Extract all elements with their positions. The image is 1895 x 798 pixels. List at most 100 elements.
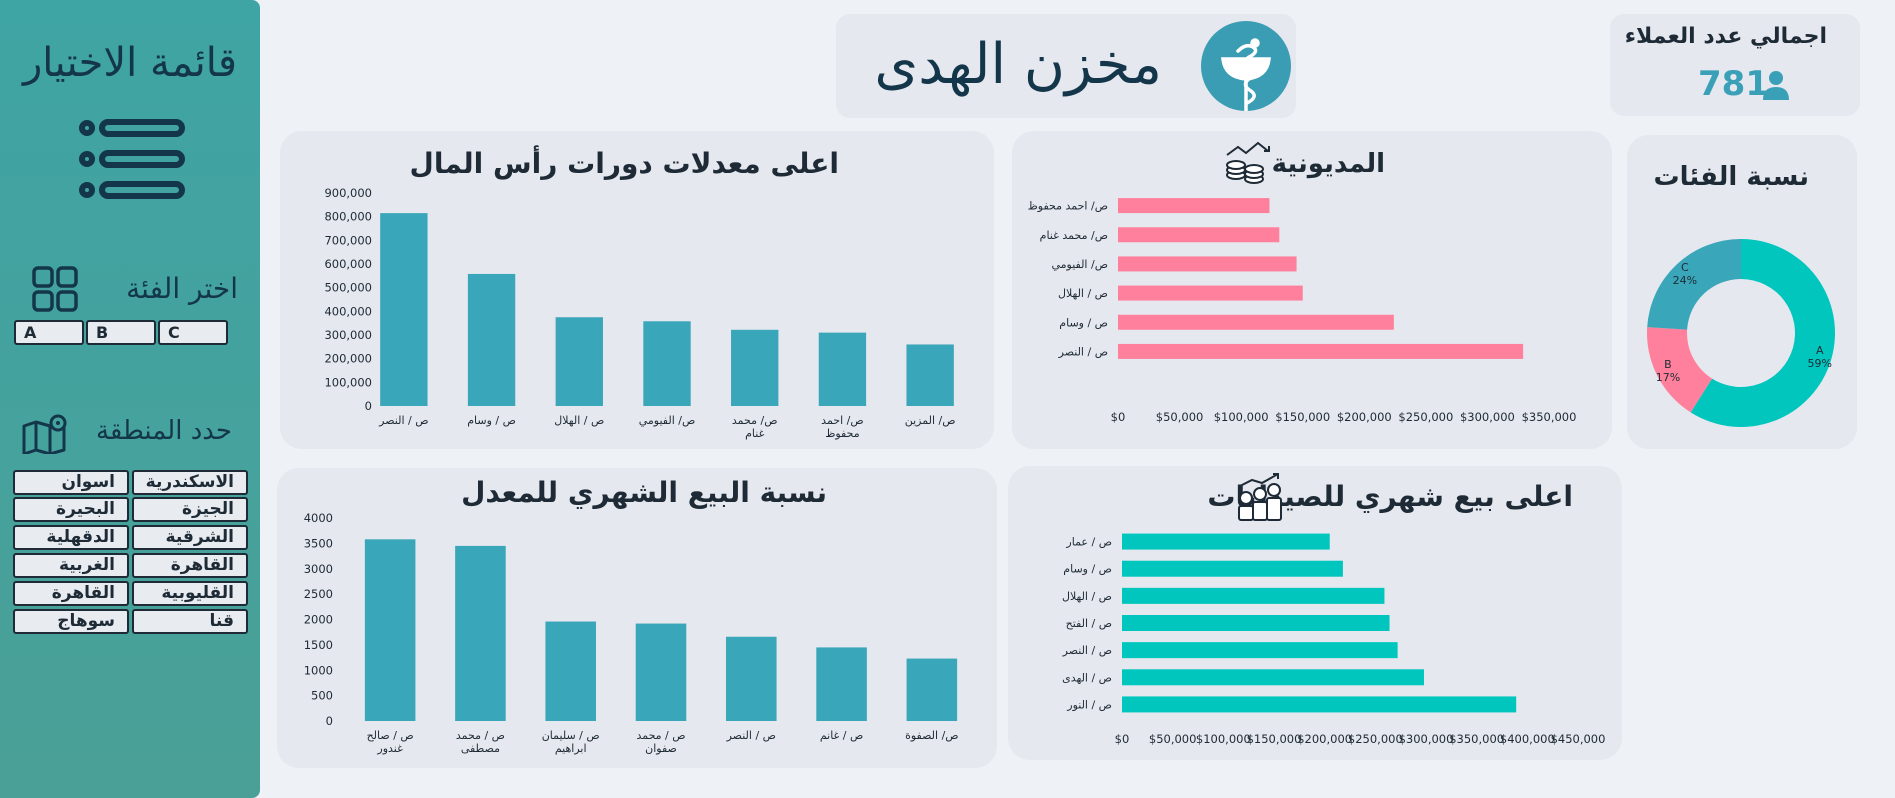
category-filter-header: اختر الفئة xyxy=(28,264,238,318)
x-tick-label: ص/ الفيومي xyxy=(639,414,696,427)
y-tick-label: 400,000 xyxy=(324,304,372,318)
x-tick-label: ص/ الصفوة xyxy=(905,729,958,742)
bar xyxy=(643,321,691,406)
x-tick-label: $200,000 xyxy=(1337,410,1392,424)
bar xyxy=(1122,587,1385,604)
region-button[interactable]: الغربية xyxy=(13,553,129,578)
x-tick-label: $200,000 xyxy=(1297,732,1352,746)
y-tick-label: 300,000 xyxy=(324,328,372,342)
x-tick-label: $300,000 xyxy=(1460,410,1515,424)
category-share-card: نسبة الفئات A 59% B 17% C 24% xyxy=(1627,135,1857,449)
bar xyxy=(731,329,779,406)
x-tick-label: $100,000 xyxy=(1196,732,1251,746)
y-tick-label: 500 xyxy=(311,689,333,703)
customers-kpi-card: اجمالي عدد العملاء 781 xyxy=(1610,14,1860,116)
category-share-chart: A59% B17% C24% xyxy=(1647,239,1835,428)
x-tick-label: $300,000 xyxy=(1399,732,1454,746)
bar xyxy=(1122,560,1343,577)
y-tick-label: ص / النصر xyxy=(1058,345,1108,358)
x-tick-label: $50,000 xyxy=(1149,732,1197,746)
x-tick-label: $350,000 xyxy=(1449,732,1504,746)
region-filter-label: حدد المنطقة xyxy=(95,416,232,446)
x-tick-label: ص/ محمد xyxy=(732,414,778,427)
y-tick-label: 1500 xyxy=(304,638,333,652)
bar xyxy=(1118,227,1280,243)
y-tick-label: ص / الهدى xyxy=(1062,671,1112,684)
page-title: مخزن الهدى xyxy=(874,32,1162,97)
x-tick-label: $400,000 xyxy=(1500,732,1555,746)
map-pin-icon xyxy=(22,414,67,454)
y-tick-label: 0 xyxy=(365,399,372,413)
bar xyxy=(816,647,867,721)
x-tick-label: ص / صالح xyxy=(367,729,414,742)
bar xyxy=(1122,533,1330,550)
bar xyxy=(380,213,428,406)
region-button[interactable]: القاهرة xyxy=(13,581,129,606)
sidebar-title: قائمة الاختيار xyxy=(22,40,238,86)
debt-chart: $0 $50,000 $100,000 $150,000 $200,000 $250,00… xyxy=(1028,198,1577,424)
x-tick-label: ص / محمد xyxy=(636,729,685,742)
grid-icon xyxy=(32,266,78,312)
y-tick-label: 900,000 xyxy=(324,186,372,200)
category-button-a[interactable]: A xyxy=(14,320,84,345)
list-icon xyxy=(79,119,185,199)
bar xyxy=(364,539,416,721)
y-tick-label: 2500 xyxy=(304,587,333,601)
monthly-rate-card: نسبة البيع الشهري للمعدل 0 500 1000 1500 200… xyxy=(277,468,997,768)
pie-value-label: 24% xyxy=(1673,274,1697,287)
bar xyxy=(555,317,603,406)
debt-card: المديونية $0 $50,000 $100,000 $150,000 $200,… xyxy=(1012,131,1612,449)
x-tick-label: $250,000 xyxy=(1348,732,1403,746)
y-tick-label: ص/ الفيومي xyxy=(1051,258,1108,271)
y-tick-label: 3500 xyxy=(304,536,333,550)
pharmacy-sales-chart: $0 $50,000 $100,000$150,000$200,000$250,00… xyxy=(1062,533,1605,746)
y-tick-label: ص / الهلال xyxy=(1058,287,1108,300)
region-button[interactable]: القاهرة xyxy=(132,553,248,578)
capital-turnover-chart: 0 100,000 200,000 300,000 400,000 500,000 600,… xyxy=(324,186,955,440)
y-tick-label: 600,000 xyxy=(324,257,372,271)
bar xyxy=(906,344,954,406)
region-button[interactable]: قنا xyxy=(132,609,248,634)
kpi-value: 781 xyxy=(1698,64,1769,104)
bar xyxy=(1118,198,1270,214)
y-tick-label: ص / عمار xyxy=(1065,536,1112,549)
region-button[interactable]: الجيزة xyxy=(132,497,248,522)
x-tick-label: ص / وسام xyxy=(467,414,516,427)
pie-label: C xyxy=(1681,261,1689,274)
region-button[interactable]: القليوبية xyxy=(132,581,248,606)
bar xyxy=(726,636,777,721)
bar xyxy=(635,623,687,721)
x-tick-label: صفوان xyxy=(645,742,677,755)
region-button[interactable]: اسوان xyxy=(13,470,129,495)
region-button[interactable]: الشرقية xyxy=(132,525,248,550)
y-tick-label: ص / الهلال xyxy=(1062,590,1112,603)
y-tick-label: 2000 xyxy=(304,613,333,627)
x-tick-label: $250,000 xyxy=(1398,410,1453,424)
bar xyxy=(1122,669,1424,686)
region-button[interactable]: البحيرة xyxy=(13,497,129,522)
x-tick-label: $100,000 xyxy=(1214,410,1269,424)
region-button[interactable]: الاسكندرية xyxy=(132,470,248,495)
bar xyxy=(818,332,867,406)
bar xyxy=(467,273,516,406)
pie-value-label: 17% xyxy=(1656,371,1680,384)
bar xyxy=(455,545,506,721)
y-tick-label: ص/ احمد محفوظ xyxy=(1028,200,1108,213)
bar xyxy=(1118,285,1303,301)
bar xyxy=(1118,256,1297,272)
region-button[interactable]: الدقهلية xyxy=(13,525,129,550)
x-tick-label: $150,000 xyxy=(1275,410,1330,424)
y-tick-label: 0 xyxy=(326,714,333,728)
category-button-b[interactable]: B xyxy=(86,320,156,345)
y-tick-label: ص/ محمد غنام xyxy=(1040,229,1108,242)
region-button[interactable]: سوهاج xyxy=(13,609,129,634)
pie-label: A xyxy=(1816,344,1824,357)
bar xyxy=(1122,615,1390,631)
y-tick-label: 1000 xyxy=(304,663,333,677)
category-button-c[interactable]: C xyxy=(158,320,228,345)
bar xyxy=(545,621,596,721)
x-tick-label: $350,000 xyxy=(1522,410,1577,424)
x-tick-label: $150,000 xyxy=(1247,732,1302,746)
category-filter-label: اختر الفئة xyxy=(126,272,238,305)
x-tick-label: ص / الهلال xyxy=(554,414,604,427)
